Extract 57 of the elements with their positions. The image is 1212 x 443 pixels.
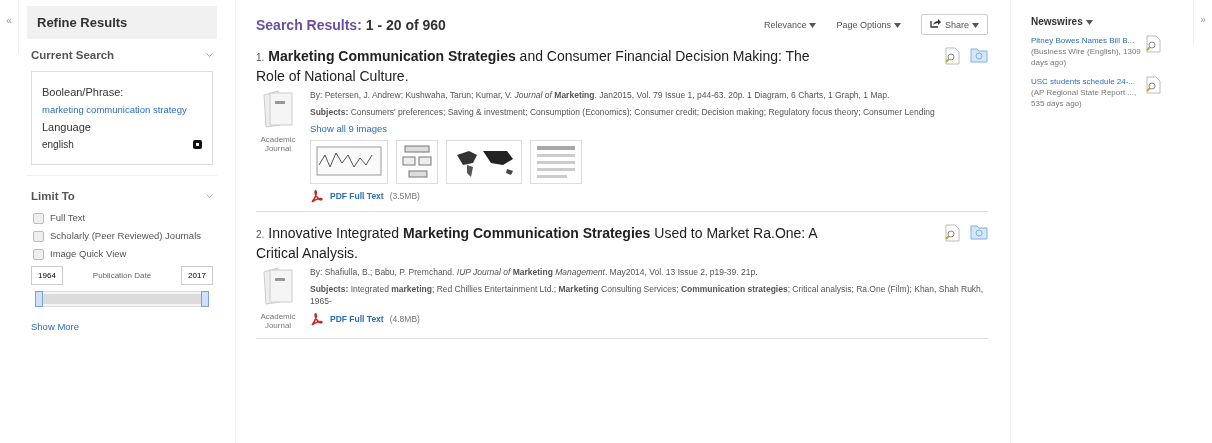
- pdf-link[interactable]: PDF Full Text: [330, 313, 384, 325]
- dropdown-menu[interactable]: Relevance: [763, 19, 817, 30]
- share-icon: [929, 19, 941, 28]
- news-item: Pitney Bowes Names Bill B... (Business Wire (English), 1309 days ago): [1031, 35, 1141, 68]
- news-item: USC students schedule 24-... (AP Regional State Report ..., 535 days ago): [1031, 76, 1138, 109]
- share-button[interactable]: Share: [920, 14, 988, 35]
- source-info: By: Shafiulla, B.; Babu, P. Premchand. IUP Journal of Marketing Management. May2014, Vol. 13 Issue 2, p19-39. 21p.: [310, 266, 759, 278]
- folder-icon[interactable]: [970, 224, 988, 240]
- filter-option[interactable]: Image Quick View: [27, 248, 217, 260]
- document-icon: [262, 266, 294, 306]
- folder-icon[interactable]: [970, 47, 988, 63]
- preview-icon[interactable]: [1145, 35, 1161, 53]
- news-link[interactable]: USC students schedule 24-...: [1031, 77, 1136, 86]
- filter-option[interactable]: Scholarly (Peer Reviewed) Journals: [27, 230, 217, 242]
- preview-icon[interactable]: [944, 47, 960, 65]
- search-term-link[interactable]: marketing communication strategy: [42, 104, 202, 115]
- start-year-field[interactable]: 1964: [31, 266, 63, 285]
- preview-icon[interactable]: [1145, 76, 1161, 94]
- subjects-text: Subjects: Consumers' preferences; Saving & investment; Consumption (Economics); Consumer credit; Decision making; Regulatory focus theory; Consumer Lending: [310, 106, 936, 118]
- pdf-icon: [310, 189, 324, 203]
- file-size: (3.5MB): [389, 190, 420, 202]
- preview-icon[interactable]: [944, 224, 960, 242]
- file-size: (4.8MB): [389, 313, 420, 325]
- results-heading: Search Results: 1 - 20 of 960: [256, 16, 447, 33]
- chevron-icon: [206, 193, 213, 199]
- facet-value: english: [42, 139, 74, 150]
- caret-icon: [809, 22, 817, 28]
- show-more-link[interactable]: Show More: [27, 313, 217, 332]
- checkbox[interactable]: [33, 231, 44, 242]
- document-type: Academic Journal: [259, 312, 297, 330]
- remove-icon[interactable]: [193, 140, 202, 149]
- checkbox[interactable]: [33, 213, 44, 224]
- date-label: Publication Date: [92, 271, 152, 280]
- section-header[interactable]: Limit To: [27, 186, 217, 206]
- document-type: Academic Journal: [259, 135, 297, 153]
- result-title[interactable]: 2. Innovative Integrated Marketing Communication Strategies Used to Market Ra.One: A Critical Analysis.: [256, 224, 836, 262]
- section-header[interactable]: Current Search: [27, 45, 217, 65]
- pdf-link[interactable]: PDF Full Text: [330, 190, 384, 202]
- checkbox[interactable]: [33, 249, 44, 260]
- facet-label: Boolean/Phrase:: [42, 86, 125, 98]
- dropdown-menu[interactable]: Page Options: [836, 19, 901, 30]
- result-title[interactable]: 1. Marketing Communication Strategies and Consumer Financial Decision Making: The Role of National Culture.: [256, 47, 836, 85]
- facet-label: Language: [42, 121, 92, 133]
- source-info: By: Petersen, J. Andrew; Kushwaha, Tarun; Kumar, V. Journal of Marketing. Jan2015, Vol. 79 Issue 1, p44-63. 20p. 1 Diagram, 6 Charts, 1 Graph, 1 Map.: [310, 89, 891, 101]
- pdf-icon: [310, 312, 324, 326]
- chevron-icon: [206, 52, 213, 58]
- filter-option[interactable]: Full Text: [27, 212, 217, 224]
- caret-icon: [972, 23, 979, 28]
- newswires-menu[interactable]: Newswires: [1031, 16, 1181, 27]
- end-year-field[interactable]: 2017: [181, 266, 213, 285]
- caret-icon: [893, 22, 901, 28]
- caret-icon: [1085, 20, 1093, 25]
- subjects-text: Subjects: Integrated marketing; Red Chillies Entertainment Ltd.; Marketing Consulting Services; Communication strategies; Critical analysis; Ra.One (Film); Khan, Shah Rukh, 1965-: [310, 283, 985, 307]
- document-icon: [262, 89, 294, 129]
- show-images-link[interactable]: Show all 9 images: [310, 123, 988, 135]
- sidebar-title: Refine Results: [27, 6, 217, 39]
- news-link[interactable]: Pitney Bowes Names Bill B...: [1031, 36, 1135, 45]
